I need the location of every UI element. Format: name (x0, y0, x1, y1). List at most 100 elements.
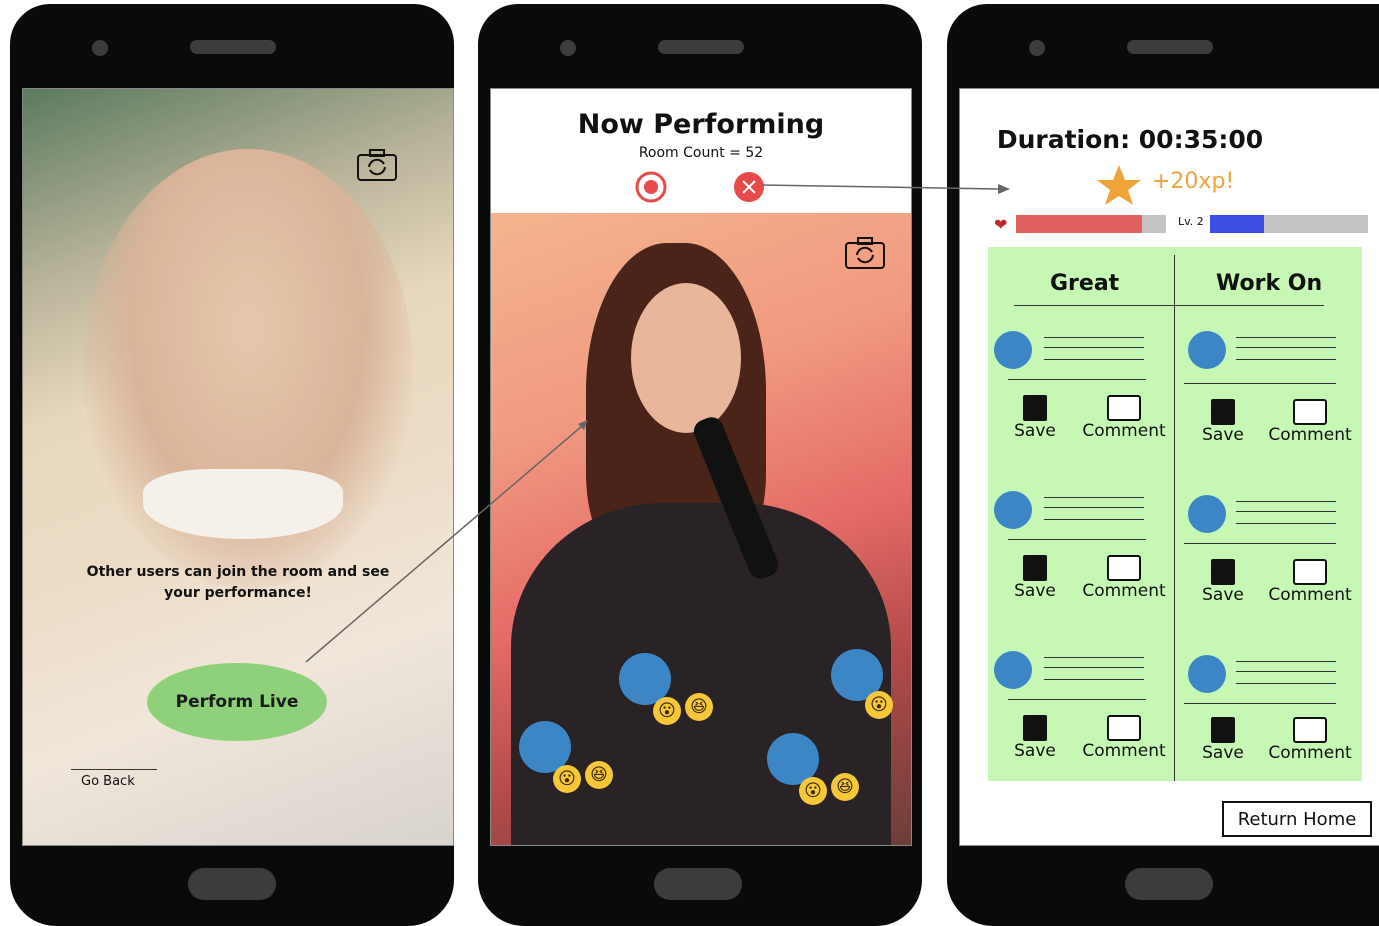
save-button[interactable]: Save (1008, 395, 1062, 441)
front-camera-dot (560, 40, 576, 56)
user-avatar-icon (1188, 331, 1226, 369)
screen-results: Duration: 00:35:00 +20xp! ❤ Lv. 2 Great … (959, 88, 1379, 846)
comment-button[interactable]: Comment (1078, 395, 1170, 441)
row-divider (1008, 379, 1146, 380)
speech-bubble-icon (1293, 559, 1327, 585)
perform-live-button[interactable]: Perform Live (147, 663, 327, 741)
speech-bubble-icon (1293, 717, 1327, 743)
front-camera-dot (1029, 40, 1045, 56)
laugh-emoji-icon: 😆 (585, 761, 613, 789)
comment-button[interactable]: Comment (1078, 555, 1170, 601)
comment-text-line (1236, 683, 1336, 684)
comment-button[interactable]: Comment (1260, 399, 1360, 445)
xp-bar (1210, 215, 1368, 233)
comment-text-line (1236, 337, 1336, 338)
comment-text-line (1236, 501, 1336, 502)
front-camera-dot (92, 40, 108, 56)
heart-icon: ❤ (994, 215, 1008, 234)
star-icon (1096, 163, 1142, 207)
comment-text-line (1236, 523, 1336, 524)
comment-label: Comment (1268, 425, 1352, 445)
comment-text-line (1236, 511, 1336, 512)
comment-button[interactable]: Comment (1260, 559, 1360, 605)
row-divider (1184, 543, 1336, 544)
comment-text-line (1044, 347, 1144, 348)
comment-label: Comment (1082, 421, 1166, 441)
comment-button[interactable]: Comment (1260, 717, 1360, 763)
user-avatar-icon (994, 491, 1032, 529)
floppy-disk-icon (1023, 395, 1047, 421)
room-count: Room Count = 52 (638, 145, 764, 161)
health-bar (1016, 215, 1166, 233)
performer-face-shape (631, 283, 741, 433)
screen-preview: Other users can join the room and see yo… (22, 88, 454, 846)
user-avatar-icon (1188, 655, 1226, 693)
save-label: Save (1014, 421, 1056, 441)
comment-label: Comment (1268, 743, 1352, 763)
comment-text-line (1044, 657, 1144, 658)
floppy-disk-icon (1211, 399, 1235, 425)
save-button[interactable]: Save (1008, 715, 1062, 761)
heading-underline (1174, 305, 1324, 306)
camera-flip-icon[interactable] (845, 237, 885, 269)
return-home-button[interactable]: Return Home (1222, 801, 1372, 837)
save-button[interactable]: Save (1196, 399, 1250, 445)
comment-text-line (1044, 679, 1144, 680)
home-button[interactable] (1125, 868, 1213, 900)
comment-text-line (1236, 671, 1336, 672)
speaker-slot (1127, 40, 1213, 54)
home-button[interactable] (188, 868, 276, 900)
xp-bar-fill (1210, 215, 1264, 233)
floppy-disk-icon (1023, 715, 1047, 741)
save-button[interactable]: Save (1008, 555, 1062, 601)
speech-bubble-icon (1293, 399, 1327, 425)
wow-emoji-icon: 😮 (865, 691, 893, 719)
speech-bubble-icon (1107, 395, 1141, 421)
go-back-link[interactable]: Go Back (81, 774, 135, 789)
camera-flip-icon[interactable] (357, 149, 397, 181)
save-button[interactable]: Save (1196, 559, 1250, 605)
screen-performing: Now Performing Room Count = 52 😮 😆 😮 😮 😆 (490, 88, 912, 846)
home-button[interactable] (654, 868, 742, 900)
close-icon[interactable] (733, 171, 765, 203)
row-divider (1008, 539, 1146, 540)
user-avatar-icon (994, 651, 1032, 689)
user-avatar-icon (1188, 495, 1226, 533)
great-heading: Great (1050, 271, 1120, 296)
xp-gain: +20xp! (1152, 169, 1235, 194)
phone-frame-1: Other users can join the room and see yo… (10, 4, 454, 926)
phone-frame-3: Duration: 00:35:00 +20xp! ❤ Lv. 2 Great … (947, 4, 1379, 926)
comment-text-line (1044, 497, 1144, 498)
feedback-grid: Great Work On Save Comment Save Comment … (988, 247, 1362, 781)
comment-text-line (1044, 667, 1144, 668)
level-label: Lv. 2 (1178, 215, 1204, 228)
comment-text-line (1044, 507, 1144, 508)
save-button[interactable]: Save (1196, 717, 1250, 763)
phone-frame-2: Now Performing Room Count = 52 😮 😆 😮 😮 😆 (478, 4, 922, 926)
row-divider (1008, 699, 1146, 700)
performer-photo: 😮 😆 😮 😮 😆 😮 😆 (491, 213, 911, 845)
floppy-disk-icon (1211, 717, 1235, 743)
comment-text-line (1044, 337, 1144, 338)
comment-text-line (1236, 359, 1336, 360)
speaker-slot (658, 40, 744, 54)
save-label: Save (1202, 585, 1244, 605)
heading-underline (1014, 305, 1174, 306)
comment-text-line (1236, 347, 1336, 348)
record-icon[interactable] (635, 171, 667, 203)
comment-text-line (1044, 519, 1144, 520)
save-label: Save (1202, 743, 1244, 763)
work-on-heading: Work On (1216, 271, 1323, 296)
floppy-disk-icon (1023, 555, 1047, 581)
save-label: Save (1014, 741, 1056, 761)
comment-button[interactable]: Comment (1078, 715, 1170, 761)
go-back-arrow[interactable] (71, 769, 157, 770)
duration-label: Duration: 00:35:00 (996, 125, 1264, 154)
laugh-emoji-icon: 😆 (685, 693, 713, 721)
grid-divider (1174, 255, 1175, 781)
comment-text-line (1236, 661, 1336, 662)
wow-emoji-icon: 😮 (653, 697, 681, 725)
wow-emoji-icon: 😮 (799, 777, 827, 805)
speaker-slot (190, 40, 276, 54)
save-label: Save (1202, 425, 1244, 445)
